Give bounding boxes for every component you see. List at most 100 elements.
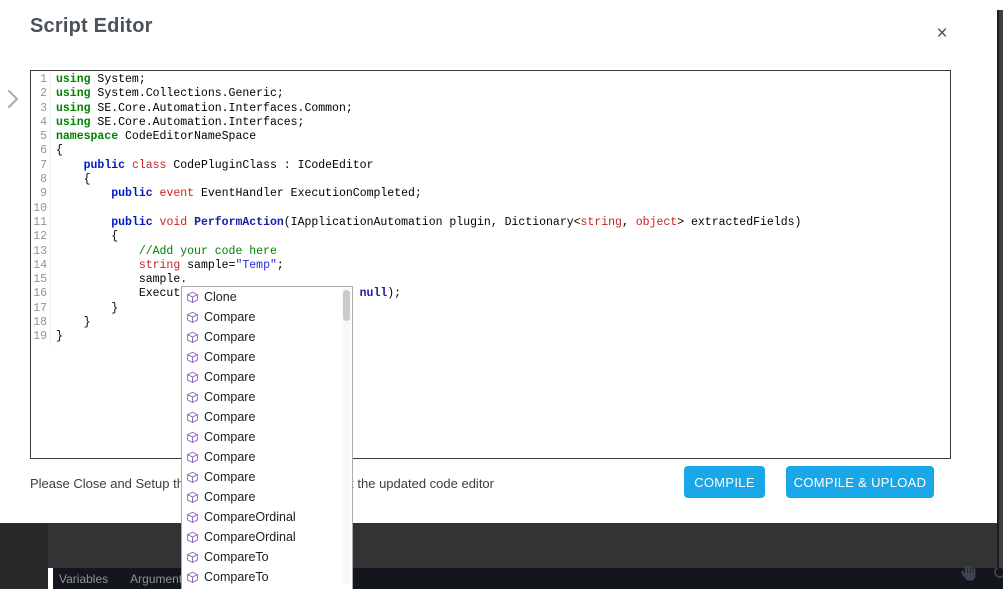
autocomplete-item-label: CompareOrdinal (204, 530, 296, 544)
cube-icon (186, 391, 199, 404)
cube-icon (186, 551, 199, 564)
line-number: 16 (31, 287, 51, 301)
zoom-icon[interactable] (993, 565, 1003, 586)
code-line: 9 public event EventHandler ExecutionCom… (31, 187, 950, 201)
autocomplete-item-label: Compare (204, 370, 255, 384)
code-line: 2using System.Collections.Generic; (31, 87, 950, 101)
code-line: 7 public class CodePluginClass : ICodeEd… (31, 159, 950, 173)
autocomplete-item[interactable]: Compare (182, 347, 352, 367)
close-icon: × (936, 23, 947, 45)
autocomplete-item[interactable]: Clone (182, 287, 352, 307)
tab-variables[interactable]: Variables (59, 572, 108, 586)
code-line: 14 string sample="Temp"; (31, 259, 950, 273)
autocomplete-item[interactable]: Compare (182, 467, 352, 487)
line-number: 10 (31, 202, 51, 216)
autocomplete-dropdown: Clone Compare Compare Compare Compare (181, 286, 353, 589)
line-number: 2 (31, 87, 51, 101)
cube-icon (186, 291, 199, 304)
line-number: 9 (31, 187, 51, 201)
autocomplete-item-label: Compare (204, 490, 255, 504)
autocomplete-list: Clone Compare Compare Compare Compare (182, 287, 352, 587)
autocomplete-item-label: CompareTo (204, 570, 269, 584)
autocomplete-item[interactable]: Compare (182, 487, 352, 507)
line-number: 19 (31, 330, 51, 344)
line-number: 18 (31, 316, 51, 330)
dropdown-scrollbar-thumb[interactable] (343, 290, 350, 321)
cube-icon (186, 451, 199, 464)
collapse-chevron-icon[interactable] (6, 86, 20, 117)
tab-arguments[interactable]: Arguments (130, 572, 188, 586)
autocomplete-item-label: CompareOrdinal (204, 510, 296, 524)
line-number: 13 (31, 245, 51, 259)
autocomplete-item[interactable]: CompareOrdinal (182, 507, 352, 527)
close-button[interactable]: × (929, 21, 955, 47)
code-line: 12 { (31, 230, 950, 244)
cube-icon (186, 471, 199, 484)
autocomplete-item[interactable]: Compare (182, 327, 352, 347)
line-number: 6 (31, 144, 51, 158)
code-line: 5namespace CodeEditorNameSpace (31, 130, 950, 144)
cube-icon (186, 491, 199, 504)
code-line: 13 //Add your code here (31, 245, 950, 259)
autocomplete-item-label: Compare (204, 330, 255, 344)
line-number: 17 (31, 302, 51, 316)
app-right-edge-strip (997, 10, 1003, 568)
line-number: 1 (31, 73, 51, 87)
code-line: 10 (31, 202, 950, 216)
cube-icon (186, 431, 199, 444)
autocomplete-item-label: Compare (204, 430, 255, 444)
code-editor[interactable]: 1using System;2using System.Collections.… (30, 70, 951, 459)
cube-icon (186, 311, 199, 324)
cube-icon (186, 411, 199, 424)
code-lines: 1using System;2using System.Collections.… (31, 73, 950, 345)
cube-icon (186, 371, 199, 384)
code-line: 1using System; (31, 73, 950, 87)
autocomplete-item-label: Clone (204, 290, 237, 304)
autocomplete-item-label: Compare (204, 450, 255, 464)
pan-hand-icon[interactable] (960, 563, 979, 588)
cube-icon (186, 331, 199, 344)
code-line: 4using SE.Core.Automation.Interfaces; (31, 116, 950, 130)
code-line: 3using SE.Core.Automation.Interfaces.Com… (31, 102, 950, 116)
autocomplete-item-label: Compare (204, 410, 255, 424)
code-line: 19} (31, 330, 950, 344)
autocomplete-item[interactable]: CompareOrdinal (182, 527, 352, 547)
app-left-sidebar (0, 523, 48, 589)
line-number: 5 (31, 130, 51, 144)
autocomplete-item-label: Compare (204, 470, 255, 484)
autocomplete-item[interactable]: Compare (182, 407, 352, 427)
line-number: 7 (31, 159, 51, 173)
line-number: 8 (31, 173, 51, 187)
autocomplete-item[interactable]: Compare (182, 367, 352, 387)
line-number: 12 (31, 230, 51, 244)
autocomplete-item[interactable]: Compare (182, 427, 352, 447)
code-line: 11 public void PerformAction(IApplicatio… (31, 216, 950, 230)
cube-icon (186, 511, 199, 524)
autocomplete-item[interactable]: Compare (182, 387, 352, 407)
line-number: 3 (31, 102, 51, 116)
script-editor-dialog: Script Editor × 1using System;2using Sys… (0, 0, 1003, 589)
compile-upload-button[interactable]: COMPILE & UPLOAD (786, 466, 934, 498)
line-number: 15 (31, 273, 51, 287)
cube-icon (186, 571, 199, 584)
code-line: 15 sample. (31, 273, 950, 287)
cube-icon (186, 351, 199, 364)
compile-button[interactable]: COMPILE (684, 466, 765, 498)
autocomplete-item-label: Compare (204, 350, 255, 364)
cube-icon (186, 531, 199, 544)
autocomplete-item-label: Compare (204, 390, 255, 404)
page-title: Script Editor (30, 15, 153, 38)
code-line: 8 { (31, 173, 950, 187)
autocomplete-item[interactable]: Compare (182, 307, 352, 327)
code-line: 16 ExecutionCompleted.Invoke(this, null)… (31, 287, 950, 301)
code-line: 18 } (31, 316, 950, 330)
autocomplete-item-label: CompareTo (204, 550, 269, 564)
line-number: 14 (31, 259, 51, 273)
line-number: 4 (31, 116, 51, 130)
autocomplete-item[interactable]: CompareTo (182, 567, 352, 587)
code-line: 17 } (31, 302, 950, 316)
autocomplete-item[interactable]: Compare (182, 447, 352, 467)
autocomplete-item[interactable]: CompareTo (182, 547, 352, 567)
line-number: 11 (31, 216, 51, 230)
code-line: 6{ (31, 144, 950, 158)
